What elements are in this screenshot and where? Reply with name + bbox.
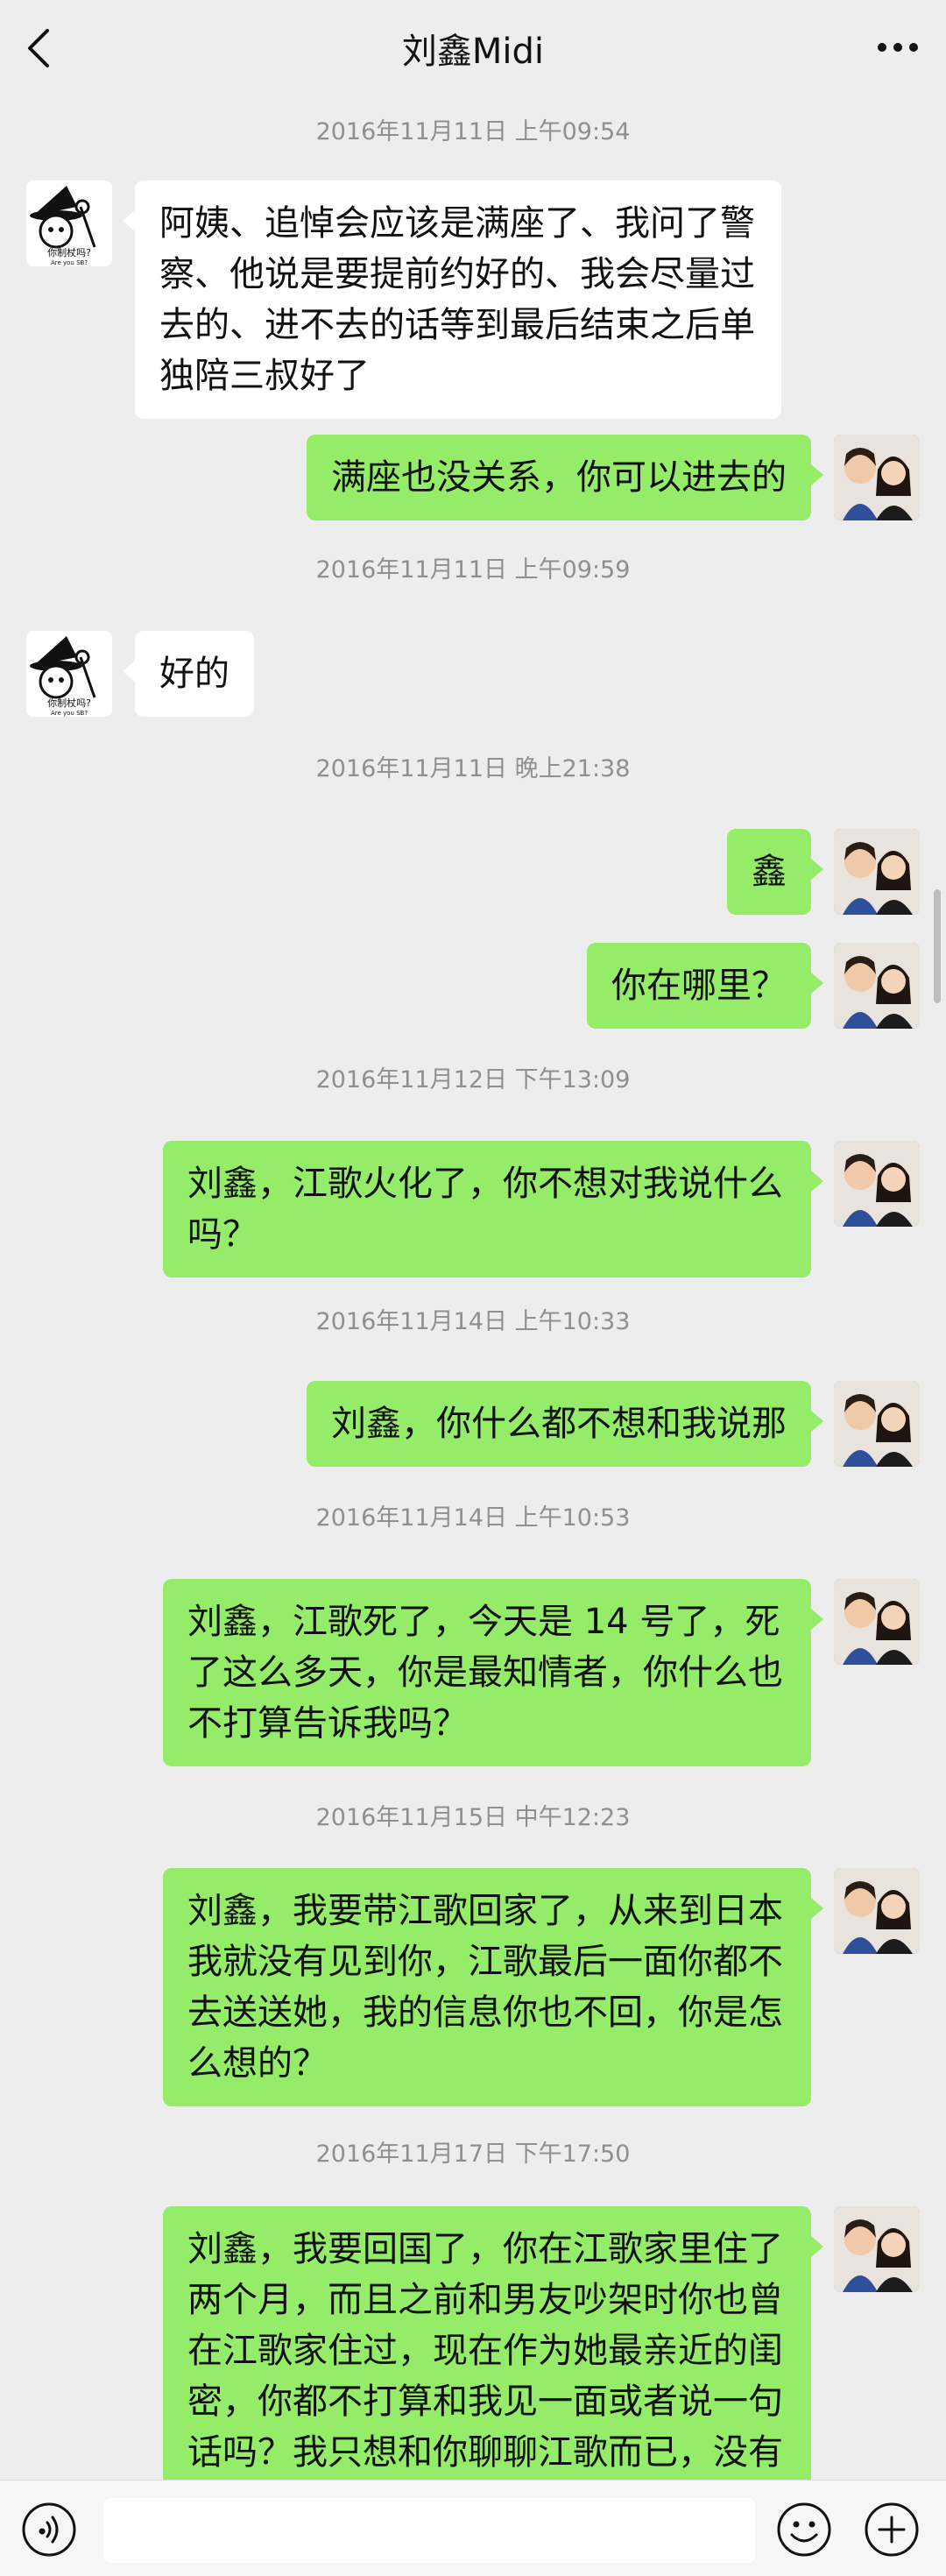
message-row: 你制杖吗? Are you SB? 好的 xyxy=(0,631,946,717)
avatar[interactable] xyxy=(834,435,920,520)
avatar-caption: 你制杖吗? xyxy=(47,246,91,258)
message-row: 刘鑫，我要回国了，你在江歌家里住了两个月，而且之前和男友吵架时你也曾在江歌家住过… xyxy=(0,2206,946,2480)
sent-message-bubble[interactable]: 刘鑫，你什么都不想和我说那 xyxy=(307,1381,823,1467)
avatar[interactable] xyxy=(834,1579,920,1665)
message-row: 刘鑫，江歌火化了，你不想对我说什么吗？ xyxy=(0,1141,946,1277)
more-options-icon[interactable] xyxy=(876,37,920,58)
timestamp: 2016年11月14日 上午10:53 xyxy=(315,1504,631,1532)
avatar[interactable] xyxy=(834,829,920,915)
emoji-icon[interactable] xyxy=(776,2502,832,2558)
message-row: 鑫 xyxy=(0,829,946,915)
avatar-caption-en: Are you SB? xyxy=(51,710,88,717)
sent-message-bubble[interactable]: 刘鑫，我要带江歌回家了，从来到日本我就没有见到你，江歌最后一面你都不去送送她，我… xyxy=(163,1868,823,2106)
chat-header: 刘鑫Midi xyxy=(0,0,946,96)
sent-message-bubble[interactable]: 刘鑫，江歌死了，今天是 14 号了，死了这么多天，你是最知情者，你什么也不打算告… xyxy=(163,1579,823,1766)
timestamp: 2016年11月14日 上午10:33 xyxy=(315,1308,631,1335)
message-row: 满座也没关系，你可以进去的 xyxy=(0,435,946,520)
avatar[interactable]: 你制杖吗? Are you SB? xyxy=(26,631,112,717)
timestamp: 2016年11月11日 上午09:54 xyxy=(315,118,631,145)
sent-message-bubble[interactable]: 刘鑫，我要回国了，你在江歌家里住了两个月，而且之前和男友吵架时你也曾在江歌家住过… xyxy=(163,2206,823,2480)
message-row: 刘鑫，我要带江歌回家了，从来到日本我就没有见到你，江歌最后一面你都不去送送她，我… xyxy=(0,1868,946,2106)
avatar[interactable] xyxy=(834,1141,920,1227)
avatar[interactable] xyxy=(834,943,920,1029)
add-attachment-icon[interactable] xyxy=(864,2502,920,2558)
sent-message-bubble[interactable]: 你在哪里？ xyxy=(587,943,823,1029)
message-row: 刘鑫，你什么都不想和我说那 xyxy=(0,1381,946,1467)
message-row: 刘鑫，江歌死了，今天是 14 号了，死了这么多天，你是最知情者，你什么也不打算告… xyxy=(0,1579,946,1766)
timestamp: 2016年11月12日 下午13:09 xyxy=(315,1066,631,1093)
timestamp: 2016年11月15日 中午12:23 xyxy=(315,1804,631,1831)
avatar[interactable]: 你制杖吗? Are you SB? xyxy=(26,180,112,266)
sent-message-bubble[interactable]: 鑫 xyxy=(727,829,823,915)
back-arrow-icon[interactable] xyxy=(23,26,58,70)
message-row: 你制杖吗? Are you SB? 阿姨、追悼会应该是满座了、我问了警察、他说是… xyxy=(0,180,946,419)
timestamp: 2016年11月11日 上午09:59 xyxy=(315,556,631,584)
chat-title: 刘鑫Midi xyxy=(401,32,545,72)
message-input[interactable] xyxy=(103,2498,755,2563)
avatar[interactable] xyxy=(834,1868,920,1954)
message-list[interactable]: 2016年11月11日 上午09:54 你制杖吗? Are you SB? 阿姨… xyxy=(0,96,946,2480)
avatar-caption-en: Are you SB? xyxy=(51,259,88,266)
sent-message-bubble[interactable]: 刘鑫，江歌火化了，你不想对我说什么吗？ xyxy=(163,1141,823,1277)
timestamp: 2016年11月17日 下午17:50 xyxy=(315,2141,631,2168)
sent-message-bubble[interactable]: 满座也没关系，你可以进去的 xyxy=(307,435,823,520)
avatar[interactable] xyxy=(834,2206,920,2292)
avatar-caption: 你制杖吗? xyxy=(47,697,91,709)
received-message-bubble[interactable]: 阿姨、追悼会应该是满座了、我问了警察、他说是要提前约好的、我会尽量过去的、进不去… xyxy=(123,180,781,419)
message-row: 你在哪里？ xyxy=(0,943,946,1029)
scrollbar-thumb[interactable] xyxy=(934,889,941,1003)
input-bar xyxy=(0,2480,946,2576)
timestamp: 2016年11月11日 晚上21:38 xyxy=(315,755,631,782)
avatar[interactable] xyxy=(834,1381,920,1467)
received-message-bubble[interactable]: 好的 xyxy=(123,631,254,717)
voice-input-icon[interactable] xyxy=(21,2502,77,2558)
